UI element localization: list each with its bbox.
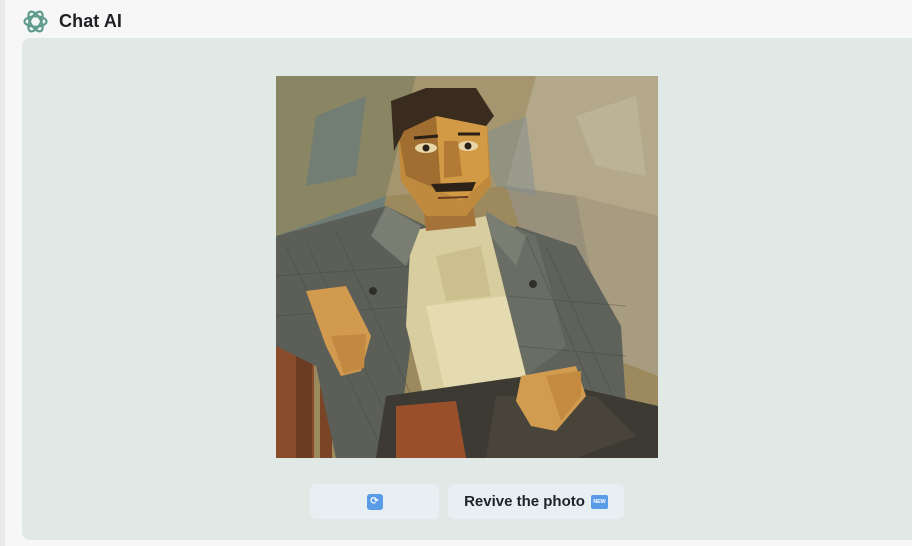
- revive-photo-label: Revive the photo: [464, 493, 585, 510]
- revive-photo-button[interactable]: Revive the photo NEW: [448, 484, 624, 519]
- app-title: Chat AI: [59, 10, 123, 31]
- header: Chat AI: [22, 7, 122, 35]
- left-rail: [0, 0, 5, 546]
- openai-knot-icon: [22, 8, 49, 35]
- refresh-button[interactable]: ⟳: [310, 484, 439, 519]
- image-result-card: ⟳ Revive the photo NEW: [22, 38, 912, 540]
- generated-image[interactable]: [276, 76, 658, 458]
- new-emoji-icon: NEW: [590, 494, 608, 509]
- refresh-emoji-icon: ⟳: [366, 493, 383, 510]
